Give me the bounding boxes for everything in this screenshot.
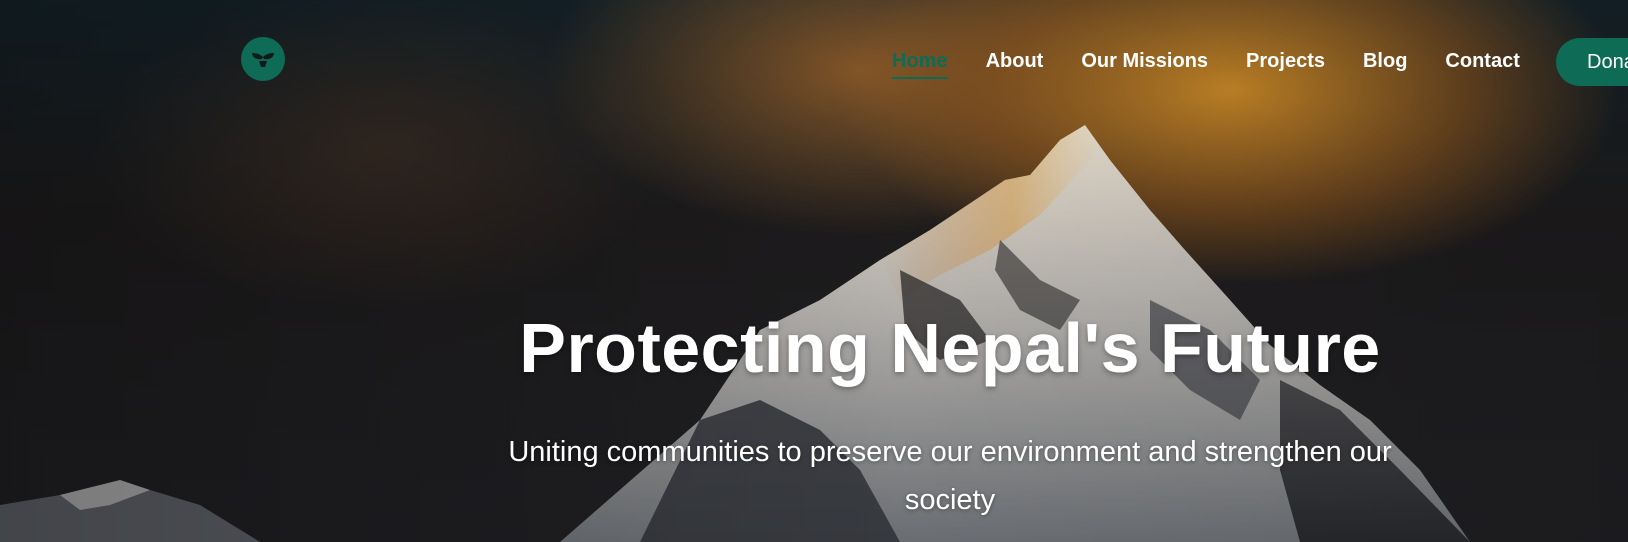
logo[interactable] bbox=[241, 37, 285, 81]
nav-about-link[interactable]: About bbox=[986, 48, 1044, 74]
hero-title: Protecting Nepal's Future bbox=[519, 309, 1381, 387]
hero-subtitle: Uniting communities to preserve our envi… bbox=[508, 436, 1392, 516]
nav-our-missions-link[interactable]: Our Missions bbox=[1081, 48, 1208, 74]
site-header: Home About Our Missions Projects Blog Co… bbox=[0, 0, 1628, 120]
donate-button[interactable]: Donate bbox=[1556, 38, 1628, 86]
nav-contact-link[interactable]: Contact bbox=[1445, 48, 1519, 74]
hero-section: Home About Our Missions Projects Blog Co… bbox=[0, 0, 1628, 542]
main-nav: Home About Our Missions Projects Blog Co… bbox=[892, 48, 1558, 79]
nav-blog-link[interactable]: Blog bbox=[1363, 48, 1407, 74]
nav-home-link[interactable]: Home bbox=[892, 48, 948, 79]
sprout-leaf-icon bbox=[252, 53, 274, 67]
nav-projects-link[interactable]: Projects bbox=[1246, 48, 1325, 74]
